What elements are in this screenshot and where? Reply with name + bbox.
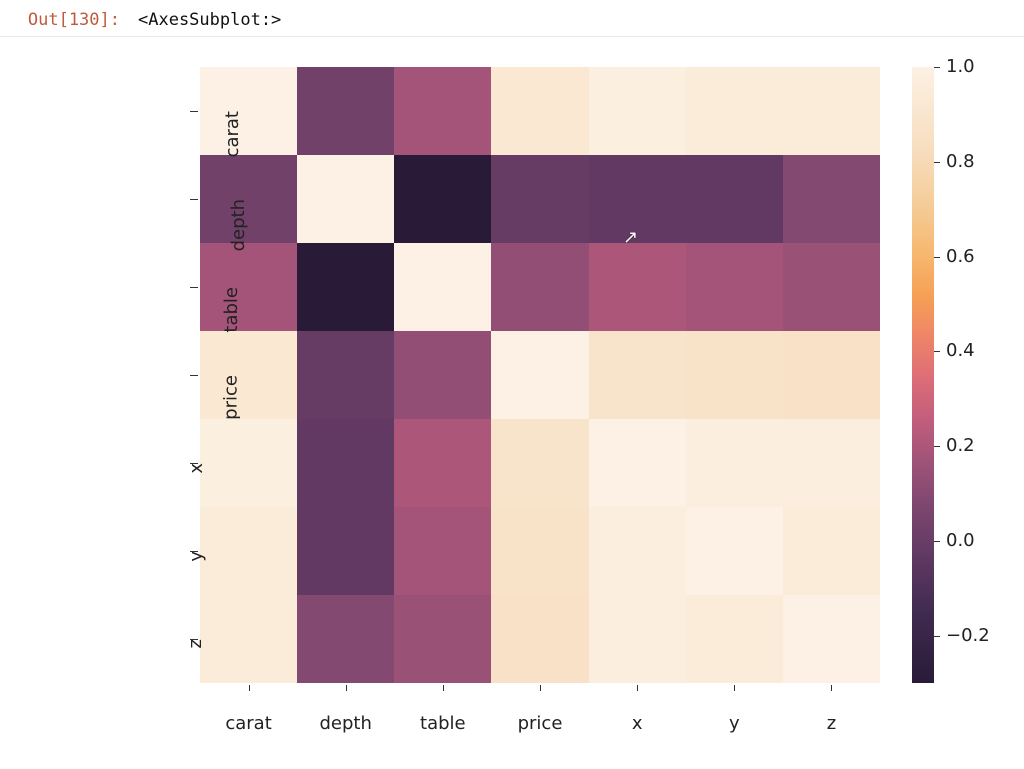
- heatmap-cell: [394, 331, 491, 419]
- x-tick-label: carat: [225, 713, 271, 734]
- colorbar-tick-label: 0.2: [946, 435, 975, 456]
- heatmap-cell: [297, 507, 394, 595]
- heatmap-cell: [200, 331, 297, 419]
- heatmap-cell: [686, 507, 783, 595]
- heatmap-cell: [589, 155, 686, 243]
- colorbar-tick-label: 0.6: [946, 246, 975, 267]
- heatmap-cell: [686, 67, 783, 155]
- heatmap-cell: [783, 595, 880, 683]
- heatmap-cell: [200, 419, 297, 507]
- y-tick-mark: [190, 287, 198, 288]
- y-tick-label: y: [186, 551, 207, 562]
- colorbar-tick-label: 0.0: [946, 530, 975, 551]
- heatmap-axes: caratdepthtablepricexyz caratdepthtablep…: [200, 67, 880, 683]
- y-tick-label: table: [221, 287, 242, 333]
- x-tick-label: price: [518, 713, 563, 734]
- colorbar-tick-mark: [934, 541, 940, 542]
- x-tick-mark: [540, 685, 541, 691]
- heatmap-cell: [200, 67, 297, 155]
- heatmap-cell: [297, 67, 394, 155]
- y-tick-label: carat: [222, 111, 243, 157]
- heatmap-cell: [394, 595, 491, 683]
- colorbar-ticks: 1.00.80.60.40.20.0−0.2: [934, 67, 1004, 683]
- x-tick-label: x: [632, 713, 643, 734]
- heatmap-cell: [783, 243, 880, 331]
- heatmap-cell: [589, 507, 686, 595]
- x-tick-mark: [443, 685, 444, 691]
- heatmap-cell: [783, 67, 880, 155]
- heatmap-cell: [686, 595, 783, 683]
- heatmap-cell: [200, 595, 297, 683]
- heatmap-cell: [297, 419, 394, 507]
- x-tick-mark: [346, 685, 347, 691]
- x-tick-mark: [249, 685, 250, 691]
- heatmap-cell: [686, 243, 783, 331]
- heatmap-cell: [783, 331, 880, 419]
- heatmap-cell: [200, 507, 297, 595]
- output-repr: <AxesSubplot:>: [130, 10, 281, 30]
- heatmap-cell: [491, 507, 588, 595]
- y-tick-mark: [190, 199, 198, 200]
- heatmap-cell: [297, 595, 394, 683]
- heatmap-cell: [589, 243, 686, 331]
- x-tick-label: z: [827, 713, 836, 734]
- heatmap-cell: [491, 595, 588, 683]
- heatmap-cell: [589, 595, 686, 683]
- y-tick-mark: [190, 551, 198, 552]
- x-tick-mark: [831, 685, 832, 691]
- heatmap-cell: [589, 331, 686, 419]
- heatmap-cell: [297, 243, 394, 331]
- heatmap-cell: [589, 419, 686, 507]
- heatmap-cell: [686, 331, 783, 419]
- x-tick-label: table: [420, 713, 466, 734]
- colorbar-tick-mark: [934, 446, 940, 447]
- heatmap-cell: [783, 419, 880, 507]
- colorbar-tick-label: 0.8: [946, 151, 975, 172]
- y-tick-mark: [190, 111, 198, 112]
- heatmap-grid: [200, 67, 880, 683]
- colorbar-tick-label: 0.4: [946, 340, 975, 361]
- colorbar-tick-label: 1.0: [946, 56, 975, 77]
- heatmap-cell: [491, 67, 588, 155]
- colorbar-tick-mark: [934, 257, 940, 258]
- heatmap-cell: [783, 507, 880, 595]
- x-tick-mark: [637, 685, 638, 691]
- colorbar-tick-mark: [934, 351, 940, 352]
- figure: carat depth table price x y z carat depth table p…: [0, 37, 1024, 737]
- colorbar-tick-mark: [934, 162, 940, 163]
- y-tick-label: price: [220, 375, 241, 420]
- heatmap-cell: [686, 419, 783, 507]
- heatmap-cell: [491, 419, 588, 507]
- heatmap-cell: [491, 331, 588, 419]
- heatmap-cell: [394, 507, 491, 595]
- heatmap-cell: [394, 67, 491, 155]
- x-tick-mark: [734, 685, 735, 691]
- output-area: Out[130]: <AxesSubplot:>: [0, 0, 1024, 37]
- heatmap-cell: [783, 155, 880, 243]
- heatmap-cell: [491, 155, 588, 243]
- y-tick-mark: [190, 639, 198, 640]
- y-tick-mark: [190, 463, 198, 464]
- colorbar-tick-mark: [934, 67, 940, 68]
- y-tick-label: z: [185, 639, 206, 648]
- heatmap-cell: [297, 155, 394, 243]
- heatmap-cell: [394, 155, 491, 243]
- heatmap-cell: [394, 419, 491, 507]
- heatmap-cell: [491, 243, 588, 331]
- output-prompt: Out[130]:: [0, 10, 130, 30]
- y-tick-mark: [190, 375, 198, 376]
- y-tick-label: depth: [228, 199, 249, 251]
- x-tick-label: depth: [320, 713, 372, 734]
- heatmap-cell: [200, 243, 297, 331]
- x-tick-label: y: [729, 713, 740, 734]
- colorbar-tick-label: −0.2: [946, 625, 990, 646]
- y-tick-label: x: [186, 463, 207, 474]
- heatmap-cell: [297, 331, 394, 419]
- colorbar: [912, 67, 934, 683]
- heatmap-cell: [686, 155, 783, 243]
- heatmap-cell: [589, 67, 686, 155]
- colorbar-tick-mark: [934, 636, 940, 637]
- heatmap-cell: [394, 243, 491, 331]
